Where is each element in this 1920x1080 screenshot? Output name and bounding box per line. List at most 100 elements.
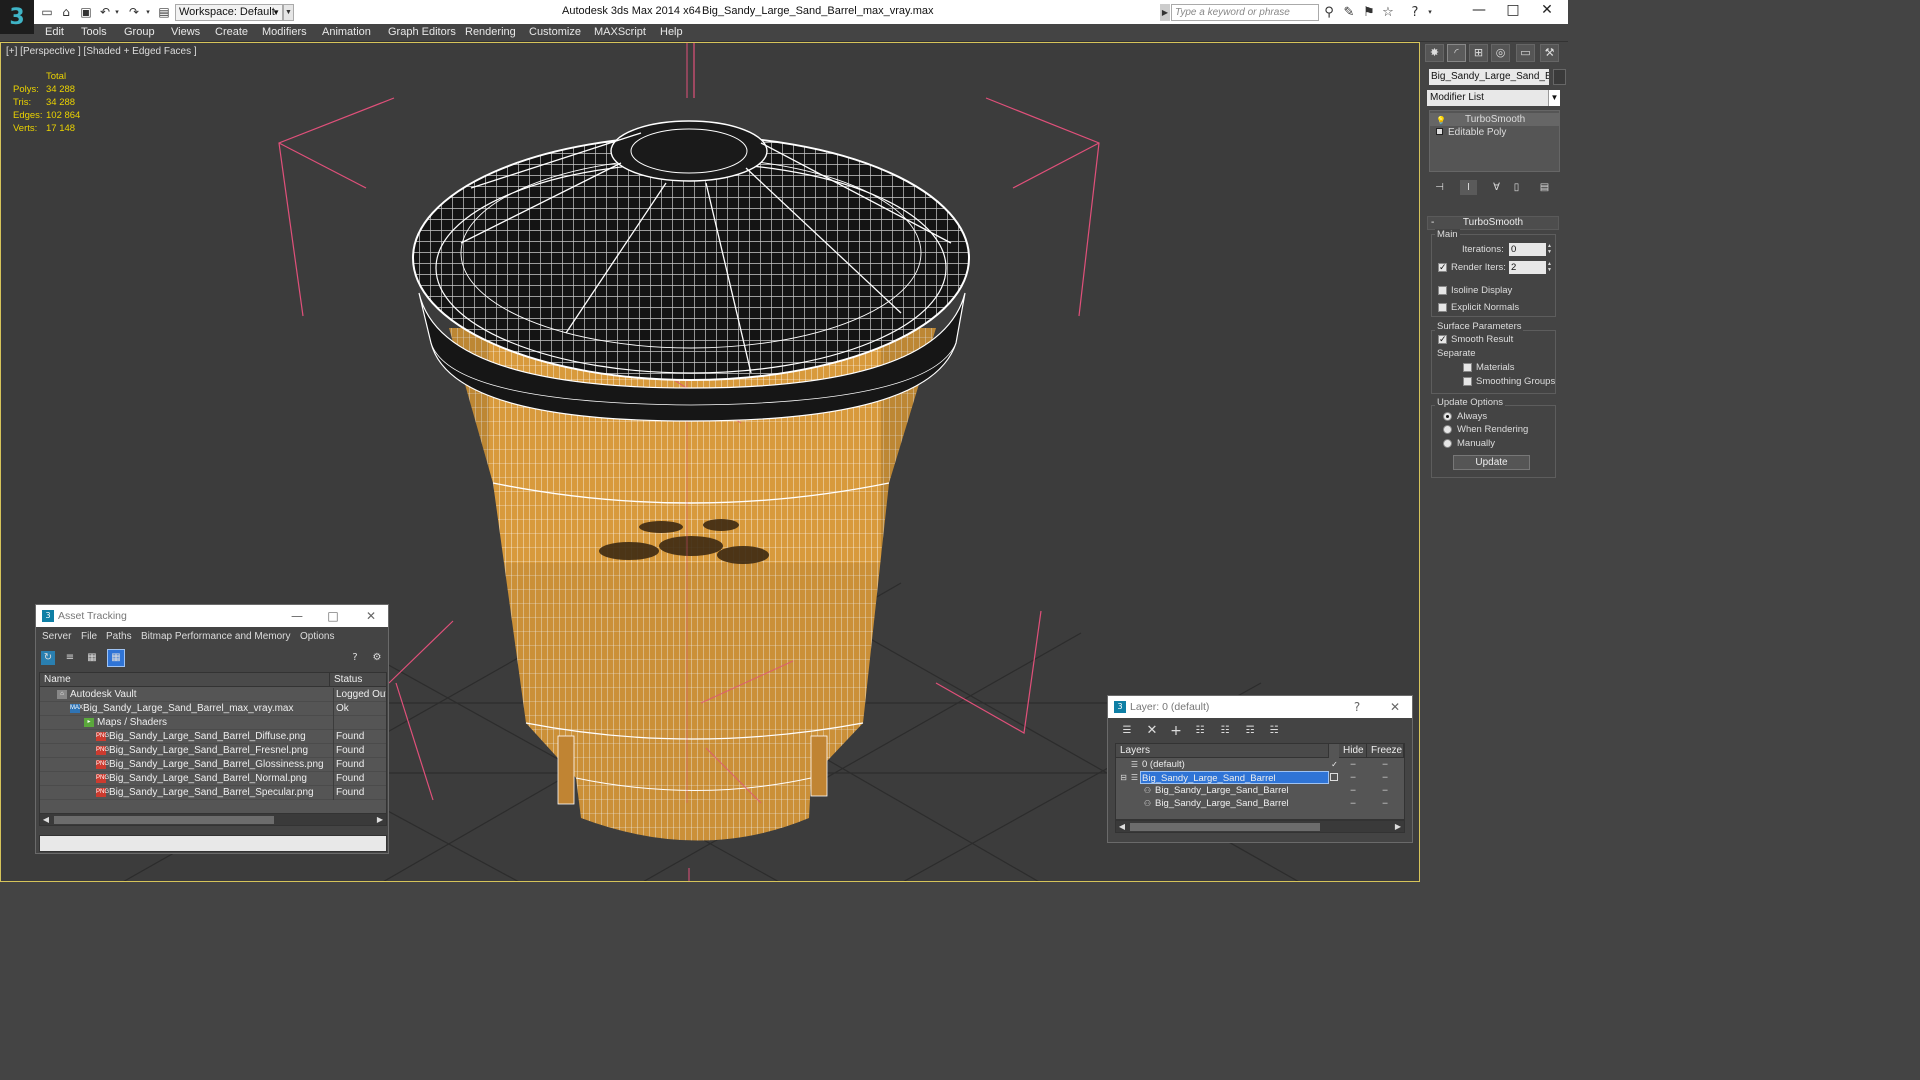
hide-unhide-all-icon[interactable]: ☶	[1243, 724, 1257, 738]
undo-dropdown-icon[interactable]: ▾	[110, 5, 124, 19]
modify-tab-icon[interactable]: ◜	[1447, 44, 1466, 62]
favorites-star-icon[interactable]: ☆	[1380, 5, 1396, 20]
hide-toggle[interactable]: ━	[1348, 771, 1358, 784]
layer-row[interactable]: ⚇ Big_Sandy_Large_Sand_Barrel ━ ━	[1116, 797, 1404, 810]
spinner-arrows-icon[interactable]: ▲ ▼	[1546, 261, 1553, 274]
turbosmooth-rollout-header[interactable]: - TurboSmooth	[1427, 216, 1559, 230]
active-layer-check-icon[interactable]: ✓	[1330, 760, 1339, 769]
scroll-left-icon[interactable]: ◀	[1116, 821, 1128, 832]
hierarchy-tab-icon[interactable]: ⊞	[1469, 44, 1488, 62]
hide-toggle[interactable]: ━	[1348, 797, 1358, 810]
viewport-label-menu[interactable]: [+] [Perspective ] [Shaded + Edged Faces…	[6, 46, 197, 57]
menu-bitmap-performance[interactable]: Bitmap Performance and Memory	[141, 631, 291, 642]
menu-rendering[interactable]: Rendering	[465, 26, 516, 38]
menu-edit[interactable]: Edit	[45, 26, 64, 38]
scrollbar-thumb[interactable]	[54, 816, 274, 824]
scroll-right-icon[interactable]: ▶	[374, 814, 386, 825]
select-objects-icon[interactable]: ☷	[1193, 724, 1207, 738]
close-button[interactable]: ✕	[356, 607, 386, 625]
horizontal-scrollbar[interactable]: ◀ ▶	[1115, 820, 1405, 833]
materials-checkbox[interactable]	[1463, 363, 1472, 372]
menu-maxscript[interactable]: MAXScript	[594, 26, 646, 38]
dialog-titlebar[interactable]: 3 Asset Tracking — □ ✕	[36, 605, 388, 627]
close-button[interactable]: ✕	[1524, 0, 1570, 22]
menu-animation[interactable]: Animation	[322, 26, 371, 38]
object-name-field[interactable]: Big_Sandy_Large_Sand_Barrel	[1429, 69, 1549, 85]
barrel-model[interactable]	[412, 120, 970, 882]
menu-help[interactable]: Help	[660, 26, 683, 38]
menu-graph-editors[interactable]: Graph Editors	[388, 26, 456, 38]
subscription-icon[interactable]: ✎	[1341, 5, 1357, 20]
help-icon[interactable]: ?	[348, 651, 362, 665]
add-to-layer-icon[interactable]: +	[1169, 724, 1183, 738]
redo-dropdown-icon[interactable]: ▾	[141, 5, 155, 19]
settings-icon[interactable]: ⚙	[370, 651, 384, 665]
table-view-icon[interactable]: ▦	[107, 649, 125, 667]
table-row[interactable]: ⌂ Autodesk Vault Logged Out	[40, 688, 386, 702]
search-expand-icon[interactable]: ▶	[1160, 4, 1170, 21]
freeze-toggle[interactable]: ━	[1380, 797, 1390, 810]
make-unique-icon[interactable]: ∀	[1488, 180, 1505, 195]
column-header-freeze[interactable]: Freeze	[1367, 744, 1404, 758]
list-view-icon[interactable]: ≡	[63, 651, 77, 665]
quick-access-dropdown[interactable]: ▼	[283, 4, 294, 21]
update-manually-radio[interactable]	[1443, 439, 1452, 448]
scroll-left-icon[interactable]: ◀	[40, 814, 52, 825]
motion-tab-icon[interactable]: ◎	[1491, 44, 1510, 62]
delete-layer-icon[interactable]: ✕	[1145, 724, 1159, 738]
expand-toggle-icon[interactable]	[1436, 128, 1443, 135]
explicit-normals-checkbox[interactable]	[1438, 303, 1447, 312]
update-button[interactable]: Update	[1453, 455, 1530, 470]
scrollbar-thumb[interactable]	[1130, 823, 1320, 831]
freeze-toggle[interactable]: ━	[1380, 758, 1390, 771]
modifier-list-dropdown[interactable]: Modifier List ▼	[1427, 90, 1560, 106]
object-color-swatch[interactable]	[1553, 69, 1566, 85]
layer-row[interactable]: ☰ 0 (default) ✓ ━ ━	[1116, 758, 1404, 771]
freeze-toggle[interactable]: ━	[1380, 771, 1390, 784]
hide-toggle[interactable]: ━	[1348, 784, 1358, 797]
horizontal-scrollbar[interactable]: ◀ ▶	[39, 813, 387, 826]
binoculars-icon[interactable]: ⚲	[1321, 5, 1337, 20]
menu-create[interactable]: Create	[215, 26, 248, 38]
layer-row[interactable]: ⊟ ☰ Big_Sandy_Large_Sand_Barrel ━ ━	[1116, 771, 1404, 784]
close-button[interactable]: ✕	[1380, 698, 1410, 716]
refresh-icon[interactable]: ↻	[41, 651, 55, 665]
table-row[interactable]: PNG Big_Sandy_Large_Sand_Barrel_Normal.p…	[40, 772, 386, 786]
menu-file[interactable]: File	[81, 631, 97, 642]
dialog-titlebar[interactable]: 3 Layer: 0 (default) ? ✕	[1108, 696, 1412, 718]
communication-center-icon[interactable]: ⚑	[1361, 5, 1377, 20]
freeze-unfreeze-all-icon[interactable]: ☵	[1267, 724, 1281, 738]
stack-item-editable-poly[interactable]: Editable Poly	[1430, 126, 1559, 139]
workspace-select[interactable]: Workspace: Default ▼	[175, 4, 283, 21]
menu-modifiers[interactable]: Modifiers	[262, 26, 307, 38]
column-header-hide[interactable]: Hide	[1339, 744, 1367, 758]
help-icon[interactable]: ?	[1407, 5, 1423, 20]
menu-paths[interactable]: Paths	[106, 631, 132, 642]
table-row[interactable]: PNG Big_Sandy_Large_Sand_Barrel_Fresnel.…	[40, 744, 386, 758]
search-input[interactable]: Type a keyword or phrase	[1171, 4, 1319, 21]
thumbnail-view-icon[interactable]: ▦	[85, 651, 99, 665]
project-folder-icon[interactable]: ▤	[157, 5, 171, 19]
create-tab-icon[interactable]: ✸	[1425, 44, 1444, 62]
asset-path-field[interactable]	[39, 835, 387, 852]
stack-item-turbosmooth[interactable]: 💡 TurboSmooth	[1430, 113, 1559, 126]
column-header-name[interactable]: Name	[40, 673, 330, 687]
smoothing-groups-checkbox[interactable]	[1463, 377, 1472, 386]
save-icon[interactable]: ▣	[79, 5, 93, 19]
spinner-arrows-icon[interactable]: ▲ ▼	[1546, 243, 1553, 256]
update-when-rendering-radio[interactable]	[1443, 425, 1452, 434]
update-always-radio[interactable]	[1443, 412, 1452, 421]
layer-row[interactable]: ⚇ Big_Sandy_Large_Sand_Barrel ━ ━	[1116, 784, 1404, 797]
menu-group[interactable]: Group	[124, 26, 155, 38]
render-iters-checkbox[interactable]: ✓	[1438, 263, 1447, 272]
menu-server[interactable]: Server	[42, 631, 71, 642]
create-layer-icon[interactable]: ☰	[1120, 724, 1134, 738]
column-header-status[interactable]: Status	[330, 673, 386, 687]
redo-icon[interactable]: ↷	[127, 5, 141, 19]
isoline-display-checkbox[interactable]	[1438, 286, 1447, 295]
freeze-toggle[interactable]: ━	[1380, 784, 1390, 797]
new-file-icon[interactable]: ▭	[40, 5, 54, 19]
minimize-button[interactable]: —	[282, 607, 312, 625]
menu-options[interactable]: Options	[300, 631, 334, 642]
remove-modifier-icon[interactable]: ▯	[1508, 180, 1525, 195]
